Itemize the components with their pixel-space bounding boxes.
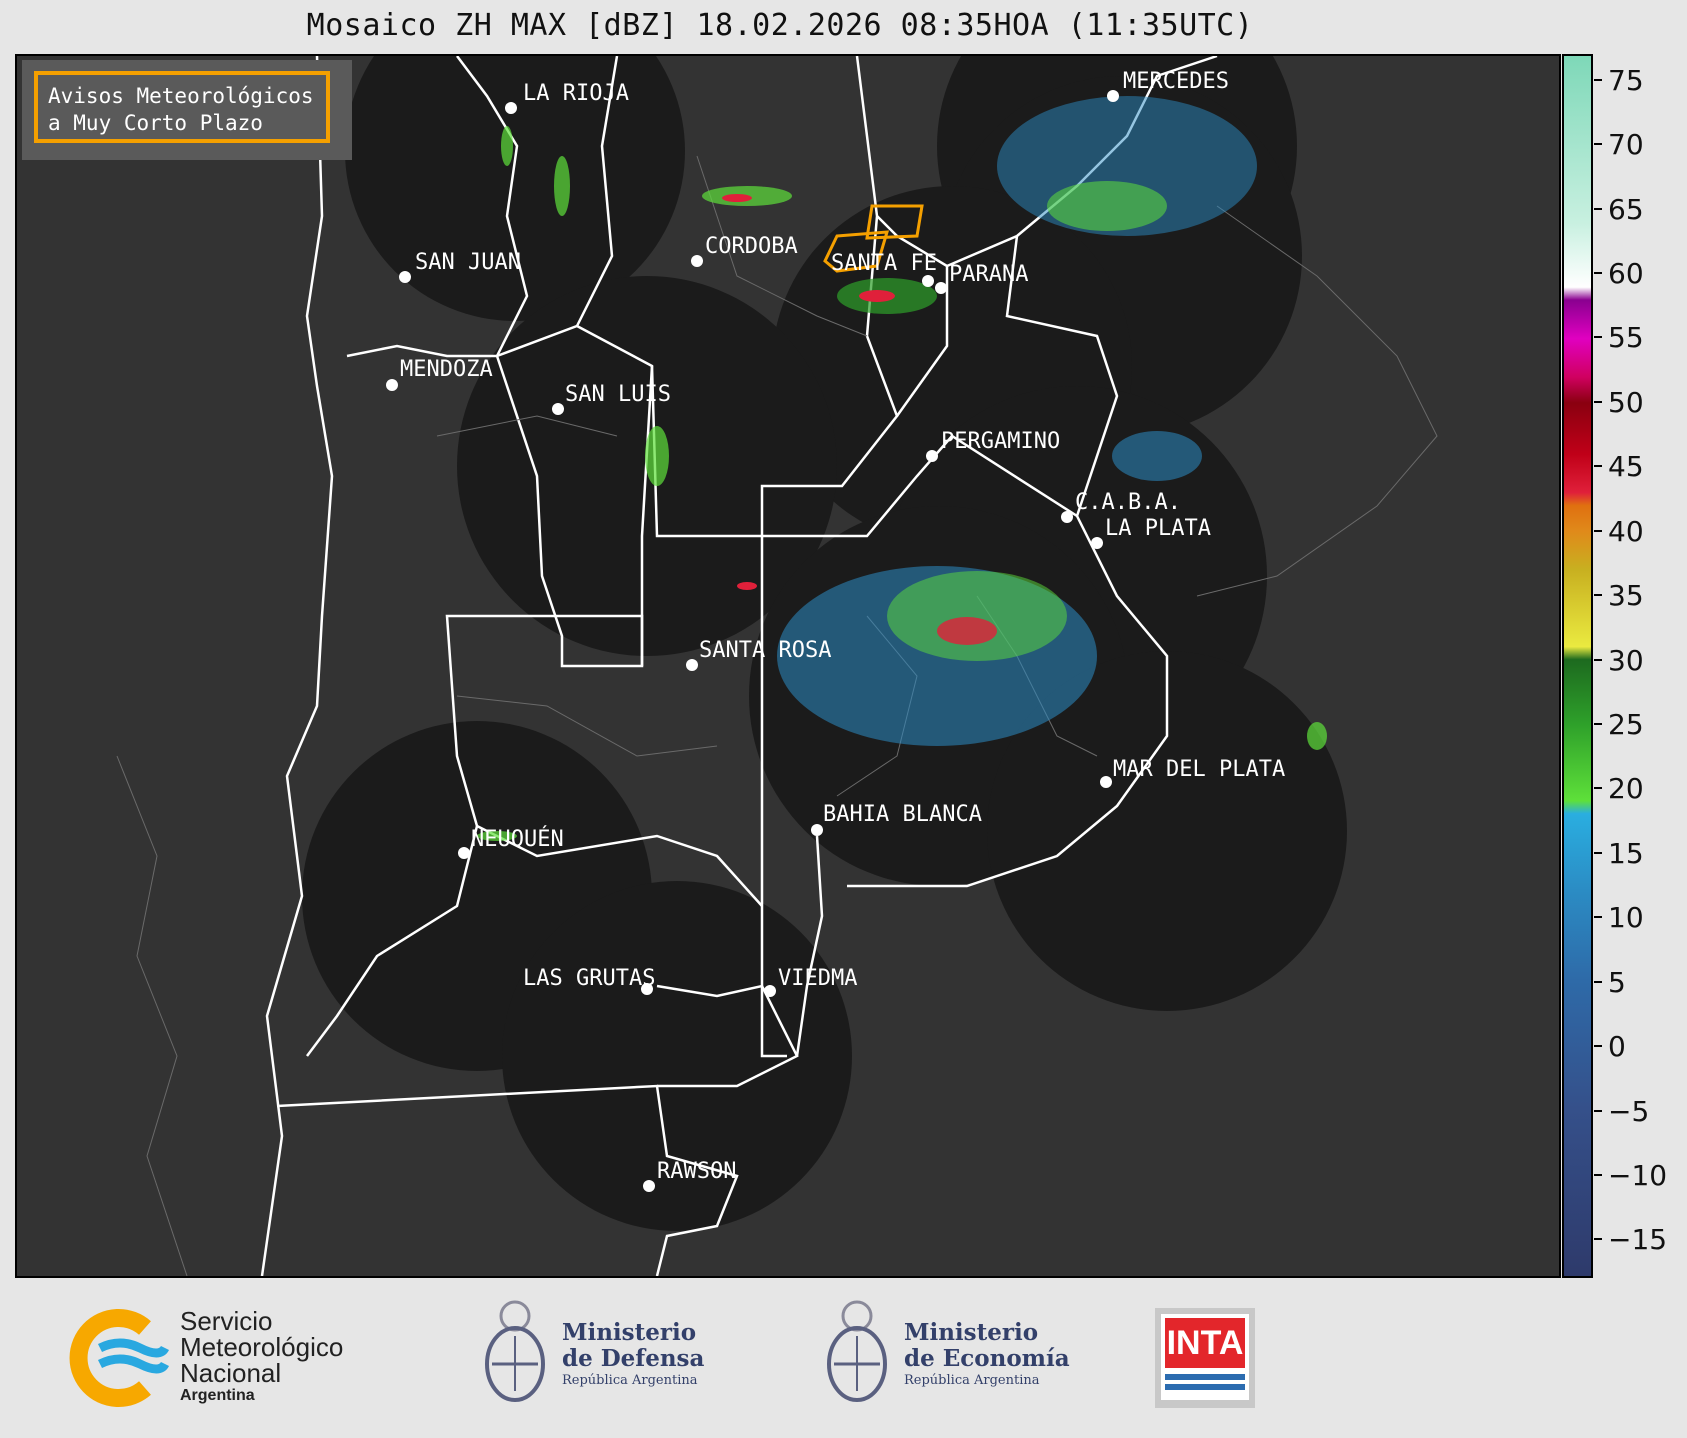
colorbar-tick-label: 5: [1608, 965, 1626, 999]
defensa-logo[interactable]: Ministerio de Defensa República Argentin…: [480, 1296, 720, 1416]
colorbar-tick-label: 60: [1608, 257, 1644, 291]
colorbar-ticks: 75 70 65 60 55 50 45 40 35 30 25 20 15 10 5 0 −5 −10 −15: [1594, 54, 1684, 1278]
svg-text:BAHIA BLANCA: BAHIA BLANCA: [823, 802, 982, 827]
colorbar-tick-label: 70: [1608, 128, 1644, 162]
coat-of-arms-icon: [485, 1300, 545, 1402]
svg-text:MAR DEL PLATA: MAR DEL PLATA: [1113, 757, 1285, 782]
defensa-line1: Ministerio: [562, 1319, 697, 1346]
colorbar-tick-label: 65: [1608, 192, 1644, 226]
colorbar-tick-label: 45: [1608, 450, 1644, 484]
colorbar-tick-label: −15: [1608, 1223, 1668, 1257]
colorbar-tick-label: 40: [1608, 514, 1644, 548]
economia-line2: de Economía: [904, 1345, 1070, 1372]
footer-logos: Servicio Meteorológico Nacional Argentin…: [0, 1278, 1687, 1438]
svg-text:LAS GRUTAS: LAS GRUTAS: [523, 966, 655, 991]
svg-text:C.A.B.A.: C.A.B.A.: [1075, 490, 1181, 515]
colorbar-tick-label: 30: [1608, 643, 1644, 677]
defensa-line3: República Argentina: [562, 1373, 698, 1388]
coat-of-arms-icon: [827, 1300, 887, 1402]
colorbar-tick-label: 50: [1608, 385, 1644, 419]
colorbar-tick-label: 25: [1608, 707, 1644, 741]
defensa-line2: de Defensa: [562, 1345, 705, 1372]
svg-text:SAN LUIS: SAN LUIS: [565, 382, 671, 407]
city-las-grutas[interactable]: LAS GRUTAS: [523, 966, 655, 995]
colorbar-tick-label: −5: [1608, 1094, 1650, 1128]
alert-legend-line2: a Muy Corto Plazo: [48, 111, 263, 135]
colorbar-tick-label: 55: [1608, 321, 1644, 355]
svg-text:RAWSON: RAWSON: [657, 1159, 736, 1184]
radar-map[interactable]: LA RIOJA SAN JUAN CORDOBA SANTA FE PARAN…: [15, 54, 1561, 1278]
colorbar-tick-label: 15: [1608, 836, 1644, 870]
smn-line4: Argentina: [180, 1387, 255, 1404]
inta-wordmark: INTA: [1165, 1318, 1245, 1368]
svg-text:PARANA: PARANA: [949, 262, 1028, 287]
inta-logo[interactable]: INTA: [1155, 1308, 1255, 1408]
svg-text:PERGAMINO: PERGAMINO: [941, 429, 1060, 454]
colorbar-tick-label: 10: [1608, 901, 1644, 935]
svg-text:MENDOZA: MENDOZA: [400, 357, 493, 382]
colorbar-tick-label: 35: [1608, 579, 1644, 613]
colorbar-tick-label: 75: [1608, 63, 1644, 97]
alert-legend-frame: Avisos Meteorológicos a Muy Corto Plazo: [34, 71, 330, 143]
svg-text:VIEDMA: VIEDMA: [778, 966, 857, 991]
smn-emblem-icon: [69, 1309, 170, 1407]
map-title: Mosaico ZH MAX [dBZ] 18.02.2026 08:35HOA…: [306, 8, 1254, 43]
economia-line1: Ministerio: [904, 1319, 1039, 1346]
svg-text:NEUQUÉN: NEUQUÉN: [471, 826, 564, 852]
colorbar-tick-label: −10: [1608, 1158, 1668, 1192]
svg-text:SANTA ROSA: SANTA ROSA: [699, 638, 831, 663]
alert-legend-line1: Avisos Meteorológicos: [48, 84, 314, 108]
colorbar-tick-label: 0: [1608, 1030, 1626, 1064]
svg-text:MERCEDES: MERCEDES: [1123, 69, 1229, 94]
city-cordoba[interactable]: CORDOBA: [691, 234, 798, 267]
smn-line1: Servicio: [180, 1306, 273, 1336]
svg-text:LA RIOJA: LA RIOJA: [523, 81, 629, 106]
svg-text:CORDOBA: CORDOBA: [705, 234, 798, 259]
economia-line3: República Argentina: [904, 1373, 1040, 1388]
map-canvas: LA RIOJA SAN JUAN CORDOBA SANTA FE PARAN…: [116, 56, 1438, 1276]
svg-text:SAN JUAN: SAN JUAN: [415, 250, 521, 275]
colorbar: [1562, 54, 1593, 1278]
smn-line3: Nacional: [180, 1358, 282, 1388]
svg-text:LA PLATA: LA PLATA: [1105, 516, 1211, 541]
smn-logo[interactable]: Servicio Meteorológico Nacional Argentin…: [65, 1308, 385, 1408]
alert-legend: Avisos Meteorológicos a Muy Corto Plazo: [22, 60, 352, 160]
economia-logo[interactable]: Ministerio de Economía República Argenti…: [822, 1296, 1082, 1416]
colorbar-tick-label: 20: [1608, 772, 1644, 806]
smn-line2: Meteorológico: [180, 1332, 344, 1362]
svg-text:SANTA FE: SANTA FE: [831, 251, 937, 276]
